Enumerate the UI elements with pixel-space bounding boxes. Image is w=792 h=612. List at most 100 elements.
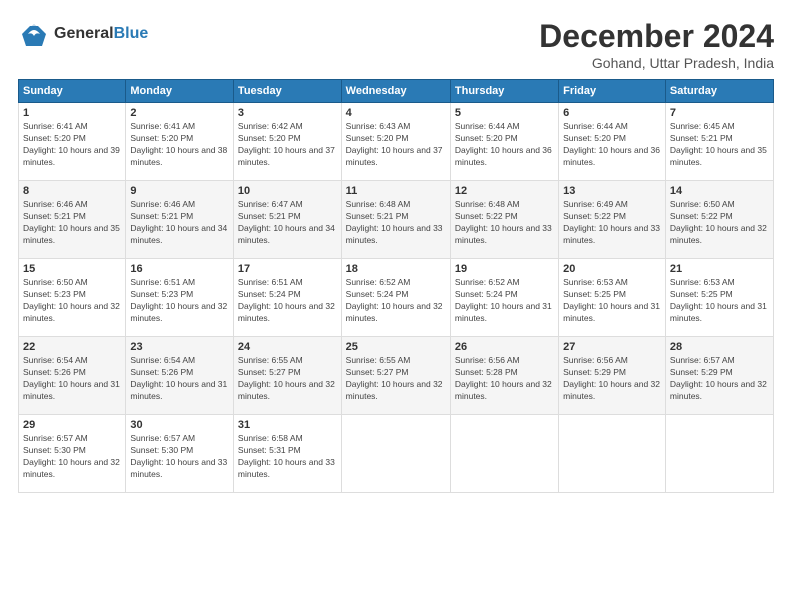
day-number: 8 [23,185,121,197]
day-info: Sunrise: 6:49 AMSunset: 5:22 PMDaylight:… [563,199,661,247]
day-number: 10 [238,185,337,197]
table-cell: 9 Sunrise: 6:46 AMSunset: 5:21 PMDaylight… [126,181,234,259]
table-cell [559,415,666,493]
day-info: Sunrise: 6:54 AMSunset: 5:26 PMDaylight:… [23,355,121,403]
table-cell: 19 Sunrise: 6:52 AMSunset: 5:24 PMDayligh… [450,259,558,337]
day-info: Sunrise: 6:53 AMSunset: 5:25 PMDaylight:… [563,277,661,325]
table-cell: 18 Sunrise: 6:52 AMSunset: 5:24 PMDayligh… [341,259,450,337]
day-number: 1 [23,107,121,119]
day-info: Sunrise: 6:55 AMSunset: 5:27 PMDaylight:… [346,355,446,403]
day-info: Sunrise: 6:44 AMSunset: 5:20 PMDaylight:… [455,121,554,169]
table-cell: 26Sunrise: 6:56 AMSunset: 5:28 PMDayligh… [450,337,558,415]
day-number: 26 [455,341,554,353]
day-info: Sunrise: 6:43 AMSunset: 5:20 PMDaylight:… [346,121,446,169]
day-info: Sunrise: 6:50 AMSunset: 5:23 PMDaylight:… [23,277,121,325]
table-cell: 31 Sunrise: 6:58 AMSunset: 5:31 PMDayligh… [233,415,341,493]
col-tuesday: Tuesday [233,80,341,103]
day-info: Sunrise: 6:44 AMSunset: 5:20 PMDaylight:… [563,121,661,169]
table-cell: 21 Sunrise: 6:53 AMSunset: 5:25 PMDayligh… [665,259,773,337]
day-info: Sunrise: 6:46 AMSunset: 5:21 PMDaylight:… [23,199,121,247]
day-number: 5 [455,107,554,119]
col-wednesday: Wednesday [341,80,450,103]
day-number: 2 [130,107,229,119]
title-block: December 2024 Gohand, Uttar Pradesh, Ind… [539,18,774,71]
day-number: 25 [346,341,446,353]
table-cell: 7 Sunrise: 6:45 AMSunset: 5:21 PMDaylight… [665,103,773,181]
day-info: Sunrise: 6:57 AMSunset: 5:30 PMDaylight:… [23,433,121,481]
day-number: 3 [238,107,337,119]
table-cell: 20 Sunrise: 6:53 AMSunset: 5:25 PMDayligh… [559,259,666,337]
day-info: Sunrise: 6:52 AMSunset: 5:24 PMDaylight:… [346,277,446,325]
col-monday: Monday [126,80,234,103]
table-cell: 16Sunrise: 6:51 AMSunset: 5:23 PMDayligh… [126,259,234,337]
day-info: Sunrise: 6:57 AMSunset: 5:29 PMDaylight:… [670,355,769,403]
day-number: 30 [130,419,229,431]
table-cell: 24 Sunrise: 6:55 AMSunset: 5:27 PMDayligh… [233,337,341,415]
day-info: Sunrise: 6:58 AMSunset: 5:31 PMDaylight:… [238,433,337,481]
day-info: Sunrise: 6:47 AMSunset: 5:21 PMDaylight:… [238,199,337,247]
table-cell: 5 Sunrise: 6:44 AMSunset: 5:20 PMDaylight… [450,103,558,181]
day-number: 27 [563,341,661,353]
day-number: 14 [670,185,769,197]
table-cell: 4Sunrise: 6:43 AMSunset: 5:20 PMDaylight… [341,103,450,181]
table-cell: 29 Sunrise: 6:57 AMSunset: 5:30 PMDayligh… [19,415,126,493]
table-cell: 27 Sunrise: 6:56 AMSunset: 5:29 PMDayligh… [559,337,666,415]
day-info: Sunrise: 6:53 AMSunset: 5:25 PMDaylight:… [670,277,769,325]
logo: GeneralBlue [18,18,148,50]
table-cell: 23Sunrise: 6:54 AMSunset: 5:26 PMDayligh… [126,337,234,415]
table-cell: 2Sunrise: 6:41 AMSunset: 5:20 PMDaylight… [126,103,234,181]
day-number: 31 [238,419,337,431]
table-cell: 17Sunrise: 6:51 AMSunset: 5:24 PMDayligh… [233,259,341,337]
table-cell [450,415,558,493]
page: GeneralBlue December 2024 Gohand, Uttar … [0,0,792,612]
table-cell: 28 Sunrise: 6:57 AMSunset: 5:29 PMDayligh… [665,337,773,415]
day-number: 15 [23,263,121,275]
day-info: Sunrise: 6:45 AMSunset: 5:21 PMDaylight:… [670,121,769,169]
day-number: 9 [130,185,229,197]
day-number: 22 [23,341,121,353]
day-number: 17 [238,263,337,275]
table-cell: 1 Sunrise: 6:41 AMSunset: 5:20 PMDaylight… [19,103,126,181]
day-number: 29 [23,419,121,431]
table-cell: 30 Sunrise: 6:57 AMSunset: 5:30 PMDayligh… [126,415,234,493]
table-cell: 3Sunrise: 6:42 AMSunset: 5:20 PMDaylight… [233,103,341,181]
location: Gohand, Uttar Pradesh, India [539,55,774,71]
logo-icon [18,18,50,50]
day-info: Sunrise: 6:46 AMSunset: 5:21 PMDaylight:… [130,199,229,247]
month-title: December 2024 [539,18,774,55]
day-info: Sunrise: 6:56 AMSunset: 5:29 PMDaylight:… [563,355,661,403]
table-cell: 12Sunrise: 6:48 AMSunset: 5:22 PMDayligh… [450,181,558,259]
day-info: Sunrise: 6:52 AMSunset: 5:24 PMDaylight:… [455,277,554,325]
day-number: 13 [563,185,661,197]
day-info: Sunrise: 6:41 AMSunset: 5:20 PMDaylight:… [23,121,121,169]
logo-blue-text: Blue [114,25,149,42]
col-thursday: Thursday [450,80,558,103]
table-row: 8 Sunrise: 6:46 AMSunset: 5:21 PMDaylight… [19,181,774,259]
col-friday: Friday [559,80,666,103]
day-info: Sunrise: 6:54 AMSunset: 5:26 PMDaylight:… [130,355,229,403]
day-info: Sunrise: 6:50 AMSunset: 5:22 PMDaylight:… [670,199,769,247]
table-cell: 22 Sunrise: 6:54 AMSunset: 5:26 PMDayligh… [19,337,126,415]
table-cell: 14 Sunrise: 6:50 AMSunset: 5:22 PMDayligh… [665,181,773,259]
day-number: 12 [455,185,554,197]
table-cell: 8 Sunrise: 6:46 AMSunset: 5:21 PMDaylight… [19,181,126,259]
day-info: Sunrise: 6:48 AMSunset: 5:21 PMDaylight:… [346,199,446,247]
day-info: Sunrise: 6:57 AMSunset: 5:30 PMDaylight:… [130,433,229,481]
table-row: 1 Sunrise: 6:41 AMSunset: 5:20 PMDaylight… [19,103,774,181]
col-sunday: Sunday [19,80,126,103]
col-saturday: Saturday [665,80,773,103]
day-number: 24 [238,341,337,353]
day-number: 21 [670,263,769,275]
table-cell: 11Sunrise: 6:48 AMSunset: 5:21 PMDayligh… [341,181,450,259]
day-number: 18 [346,263,446,275]
calendar-header-row: Sunday Monday Tuesday Wednesday Thursday… [19,80,774,103]
day-info: Sunrise: 6:55 AMSunset: 5:27 PMDaylight:… [238,355,337,403]
day-info: Sunrise: 6:51 AMSunset: 5:23 PMDaylight:… [130,277,229,325]
day-number: 20 [563,263,661,275]
table-cell [341,415,450,493]
day-number: 28 [670,341,769,353]
table-row: 29 Sunrise: 6:57 AMSunset: 5:30 PMDayligh… [19,415,774,493]
table-cell: 10 Sunrise: 6:47 AMSunset: 5:21 PMDayligh… [233,181,341,259]
day-number: 19 [455,263,554,275]
day-number: 7 [670,107,769,119]
